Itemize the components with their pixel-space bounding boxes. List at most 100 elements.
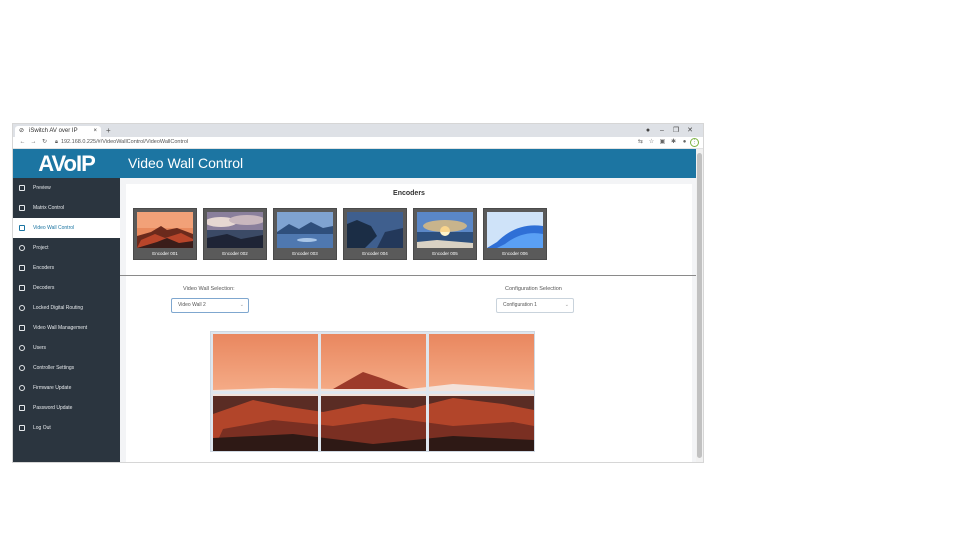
wall-management-icon	[19, 325, 25, 331]
sidebar-item-locked-digital-routing[interactable]: Locked Digital Routing	[13, 298, 120, 318]
sidebar-item-preview[interactable]: Preview	[13, 178, 120, 198]
sidebar-item-video-wall-control[interactable]: Video Wall Control	[13, 218, 120, 238]
project-icon	[19, 245, 25, 251]
tab-strip: ⊘ iSwitch AV over IP × + ● – ❐ ✕	[13, 124, 703, 137]
lock-icon: 🔒︎	[55, 139, 58, 145]
reload-icon[interactable]: ↻	[39, 137, 50, 148]
window-controls: ● – ❐ ✕	[641, 125, 697, 136]
sidebar-item-decoders[interactable]: Decoders	[13, 278, 120, 298]
chevron-down-icon: ⌄	[564, 302, 569, 308]
matrix-icon	[19, 205, 25, 211]
page-title: Video Wall Control	[120, 149, 696, 178]
video-wall-select[interactable]: Video Wall 2 ⌄	[171, 298, 249, 313]
share-icon[interactable]: ⇆	[635, 137, 646, 148]
sidebar-item-label: Encoders	[33, 265, 55, 271]
encoder-tile[interactable]: Encoder 006	[483, 208, 547, 260]
video-wall-selection-label: Video Wall Selection:	[183, 286, 235, 292]
encoder-label: Encoder 001	[152, 251, 178, 256]
encoders-heading: Encoders	[393, 190, 425, 197]
key-icon	[19, 405, 25, 411]
close-window-icon[interactable]: ✕	[683, 125, 697, 136]
sidebar-item-label: Locked Digital Routing	[33, 305, 84, 311]
encoder-tile[interactable]: Encoder 002	[203, 208, 267, 260]
sidebar: AVoIP Preview Matrix Control Video Wall Co…	[13, 149, 120, 462]
sidebar-menu: Preview Matrix Control Video Wall Control P…	[13, 178, 120, 438]
sidebar-item-label: Matrix Control	[33, 205, 65, 211]
encoder-label: Encoder 004	[362, 251, 388, 256]
sidebar-item-label: Firmware Update	[33, 385, 72, 391]
puzzle-icon[interactable]: ✱	[668, 137, 679, 148]
tab-close-icon[interactable]: ×	[93, 126, 97, 137]
minimize-icon[interactable]: –	[655, 125, 669, 136]
users-icon	[19, 345, 25, 351]
scrollbar[interactable]	[696, 149, 703, 462]
video-wall-select-value: Video Wall 2	[178, 302, 206, 308]
extension-icon[interactable]: ▣	[657, 137, 668, 148]
sidebar-item-project[interactable]: Project	[13, 238, 120, 258]
sidebar-item-firmware-update[interactable]: Firmware Update	[13, 378, 120, 398]
star-icon[interactable]: ☆	[646, 137, 657, 148]
control-panel: Encoders Encoder 001 Encoder 002 Encoder…	[120, 184, 696, 462]
browser-tab[interactable]: ⊘ iSwitch AV over IP ×	[15, 126, 101, 137]
sidebar-item-label: Video Wall Control	[33, 225, 75, 231]
sidebar-item-label: Video Wall Management	[33, 325, 88, 331]
sidebar-item-label: Log Out	[33, 425, 51, 431]
sidebar-item-matrix-control[interactable]: Matrix Control	[13, 198, 120, 218]
preview-icon	[19, 185, 25, 191]
scrollbar-thumb[interactable]	[697, 153, 702, 458]
encoder-thumbnail	[137, 212, 193, 248]
profile-icon[interactable]: ●	[679, 137, 690, 148]
sidebar-item-video-wall-management[interactable]: Video Wall Management	[13, 318, 120, 338]
decoder-icon	[19, 285, 25, 291]
back-arrow-icon[interactable]: ←	[17, 137, 28, 148]
forward-arrow-icon[interactable]: →	[28, 137, 39, 148]
chevron-down-icon: ⌄	[239, 302, 244, 308]
url-field[interactable]: 🔒︎ 192.168.0.225/#/VideoWallControl/Video…	[55, 138, 625, 147]
sidebar-item-label: Password Update	[33, 405, 73, 411]
section-divider	[120, 275, 696, 276]
sidebar-item-label: Decoders	[33, 285, 55, 291]
settings-icon	[19, 365, 25, 371]
encoder-thumbnail	[277, 212, 333, 248]
encoder-label: Encoder 006	[502, 251, 528, 256]
encoder-label: Encoder 005	[432, 251, 458, 256]
configuration-selection-label: Configuration Selection	[505, 286, 562, 292]
address-bar: ← → ↻ 🔒︎ 192.168.0.225/#/VideoWallControl/V…	[13, 137, 703, 149]
encoder-thumbnail	[207, 212, 263, 248]
sidebar-item-users[interactable]: Users	[13, 338, 120, 358]
logout-icon	[19, 425, 25, 431]
sidebar-item-label: Project	[33, 245, 49, 251]
video-wall-preview[interactable]	[210, 331, 535, 452]
encoder-tile[interactable]: Encoder 005	[413, 208, 477, 260]
browser-window: ⊘ iSwitch AV over IP × + ● – ❐ ✕ ← → ↻ 🔒︎ 192.…	[13, 124, 703, 462]
sidebar-item-log-out[interactable]: Log Out	[13, 418, 120, 438]
url-text: 192.168.0.225/#/VideoWallControl/VideoWa…	[60, 139, 189, 145]
encoder-tile[interactable]: Encoder 004	[343, 208, 407, 260]
configuration-select[interactable]: Configuration 1 ⌄	[496, 298, 574, 313]
new-tab-button[interactable]: +	[106, 125, 111, 136]
firmware-icon	[19, 385, 25, 391]
encoder-thumbnail	[347, 212, 403, 248]
main-content: Encoders Encoder 001 Encoder 002 Encoder…	[120, 178, 696, 462]
sidebar-item-label: Users	[33, 345, 47, 351]
sidebar-item-password-update[interactable]: Password Update	[13, 398, 120, 418]
favicon-icon: ⊘	[19, 128, 25, 134]
tab-title: iSwitch AV over IP	[29, 128, 78, 134]
sidebar-item-label: Controller Settings	[33, 365, 75, 371]
profile-dot-icon[interactable]: ●	[641, 125, 655, 136]
encoder-thumbnail	[417, 212, 473, 248]
configuration-select-value: Configuration 1	[503, 302, 537, 308]
logo: AVoIP	[13, 149, 120, 178]
lock-routing-icon	[19, 305, 25, 311]
encoder-icon	[19, 265, 25, 271]
sidebar-item-controller-settings[interactable]: Controller Settings	[13, 358, 120, 378]
encoder-tile[interactable]: Encoder 003	[273, 208, 337, 260]
sidebar-item-encoders[interactable]: Encoders	[13, 258, 120, 278]
encoder-label: Encoder 003	[292, 251, 318, 256]
maximize-icon[interactable]: ❐	[669, 125, 683, 136]
encoder-tile[interactable]: Encoder 001	[133, 208, 197, 260]
video-wall-icon	[19, 225, 25, 231]
encoder-thumbnail	[487, 212, 543, 248]
encoder-label: Encoder 002	[222, 251, 248, 256]
menu-dots-icon[interactable]: ⋮	[690, 138, 699, 147]
